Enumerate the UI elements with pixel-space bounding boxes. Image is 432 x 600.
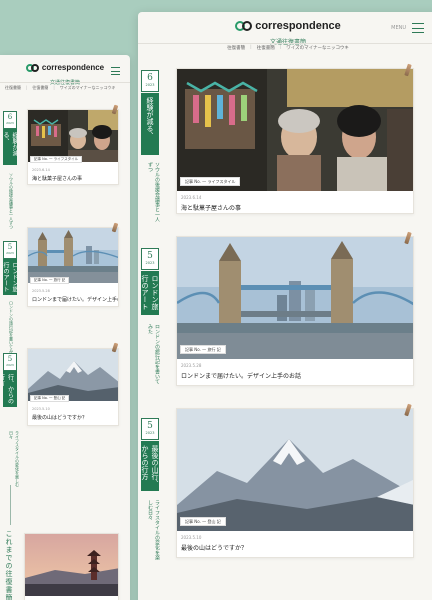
post-vertical-title: ロンドンの旅行記を書いてみた (147, 324, 160, 384)
category-band[interactable]: 経験が減る、 (3, 129, 17, 165)
date-day: 5 (147, 251, 153, 261)
archive-thumbnail (25, 534, 118, 596)
post-card[interactable]: 記事 No. 一 旅行 記 2023.5.28 ロンドンまで届けたい。デザイン上… (27, 227, 119, 307)
hamburger-menu-icon[interactable] (111, 67, 120, 75)
post-item: 5 2023 ロンドン旅行のアート ロンドンの旅行記を書いてみた 記事 No. (0, 222, 130, 357)
date-badge: 5 2023 (141, 418, 159, 440)
post-card[interactable]: 記事 No. 一 登山 記 2023.5.10 最後の山はどうですか？ (176, 408, 414, 558)
post-date: 2023.5.10 (181, 535, 202, 540)
post-vertical-title: ライフスタイルの変化を楽しむ日々 (147, 500, 160, 560)
archive-divider (10, 485, 11, 525)
post-tags: 記事 No. 一 登山 記 (180, 517, 226, 526)
post-title[interactable]: 最後の山はどうですか？ (181, 543, 411, 552)
logo-text: correspondence (41, 63, 105, 72)
archive-heading: これまでの往復書簡 (5, 530, 13, 600)
post-title[interactable]: 最後の山はどうですか？ (32, 414, 118, 421)
archive-card[interactable] (24, 533, 119, 600)
site-logo[interactable]: correspondence (235, 20, 341, 32)
date-badge: 6 2023 (141, 70, 159, 92)
date-year: 2023 (6, 363, 14, 367)
header-divider (0, 82, 130, 83)
category-band[interactable]: ロンドン旅行のアート (141, 271, 159, 315)
post-thumbnail (28, 228, 118, 283)
post-title[interactable]: 海と駄菓子屋さんの事 (181, 203, 411, 212)
post-card[interactable]: 記事 No. 一 ライフスタイル 2023.6.14 海と駄菓子屋さんの事 (176, 68, 414, 214)
category-band[interactable]: ロンドン旅行のアート (3, 259, 17, 295)
date-year: 2023 (145, 261, 155, 265)
post-thumbnail (177, 237, 413, 359)
post-date: 2023.5.28 (32, 289, 50, 293)
hamburger-menu-icon[interactable] (412, 23, 424, 33)
post-tags: 記事 No. 一 ライフスタイル (180, 177, 241, 186)
post-vertical-title: ライフスタイルの変化を楽しむ日々 (9, 431, 20, 487)
post-tags: 記事 No. 一 登山 記 (30, 395, 70, 402)
post-item: 5 2023 ロンドン旅行のアート ロンドンの旅行記を書いてみた 記事 No. … (138, 231, 432, 402)
date-badge: 5 2023 (3, 353, 17, 371)
post-title[interactable]: ロンドンまで届けたい。デザイン上手のお話 (32, 296, 118, 303)
date-day: 6 (7, 113, 13, 121)
post-title[interactable]: 海と駄菓子屋さんの事 (32, 175, 118, 182)
breadcrumb-item: ワイズのマイナーなニッコウキ (286, 46, 349, 51)
date-day: 5 (147, 421, 153, 431)
date-day: 5 (7, 355, 13, 363)
post-tags: 記事 No. 一 旅行 記 (30, 277, 70, 284)
breadcrumb-item[interactable]: 往復書簡 (32, 85, 48, 91)
category-band[interactable]: 経験が減る、 (141, 93, 159, 155)
post-item: 6 2023 経験が減る、 ソウルの後援会議事と一人ずつ 記事 No. 一 ライ… (0, 103, 130, 229)
breadcrumb: 往復書簡 | 往復書簡 | ワイズのマイナーなニッコウキ (227, 45, 349, 51)
post-thumbnail (28, 349, 118, 401)
date-year: 2023 (6, 121, 14, 125)
post-vertical-title: ソウルの後援会議事と一人ずつ (147, 162, 160, 222)
date-day: 6 (147, 73, 153, 83)
post-card[interactable]: 記事 No. 一 旅行 記 2023.5.28 ロンドンまで届けたい。デザイン上… (176, 236, 414, 386)
date-badge: 5 2023 (3, 241, 17, 259)
date-day: 5 (7, 243, 13, 251)
post-title[interactable]: ロンドンまで届けたい。デザイン上手のお話 (181, 371, 411, 380)
site-header: correspondence 文通往復書簡 MENU (138, 12, 432, 46)
post-card[interactable]: 記事 No. 一 ライフスタイル 2023.6.14 海と駄菓子屋さんの事 (27, 109, 119, 185)
header-divider (138, 43, 432, 44)
post-item: 5 2023 最後の山行、からの行方 ライフスタイルの変化を楽しむ日々 記事 N… (138, 402, 432, 600)
mobile-preview-small: correspondence 文通往復書簡 往復書簡| 往復書簡| ワイズのマイ… (0, 55, 130, 600)
logo-mark-icon (25, 63, 39, 72)
post-item: 5 2023 最後の山行、からの行方 ライフスタイルの変化を楽しむ日々 記事 N… (0, 342, 130, 487)
site-logo[interactable]: correspondence (25, 63, 105, 72)
logo-text: correspondence (255, 20, 341, 32)
date-year: 2023 (145, 431, 155, 435)
post-date: 2023.6.14 (181, 195, 202, 200)
breadcrumb-item[interactable]: 往復書簡 (227, 45, 245, 51)
category-band[interactable]: 最後の山行、からの行方 (141, 441, 159, 491)
site-header: correspondence 文通往復書簡 (0, 55, 130, 86)
breadcrumb-item: ワイズのマイナーなニッコウキ (59, 85, 116, 90)
post-date: 2023.5.10 (32, 407, 50, 411)
category-band[interactable]: 最後の山行、からの行方 (3, 371, 17, 407)
post-thumbnail (177, 409, 413, 531)
breadcrumb: 往復書簡 | 往復書簡 | ワイズのマイナーなニッコウキ (5, 85, 116, 91)
post-thumbnail (28, 110, 118, 162)
post-date: 2023.6.14 (32, 168, 50, 172)
post-item: 6 2023 経験が減る、 ソウルの後援会議事と一人ずつ 記事 No. 一 ライ… (138, 62, 432, 232)
breadcrumb-item[interactable]: 往復書簡 (257, 45, 275, 51)
post-date: 2023.5.28 (181, 363, 202, 368)
menu-label[interactable]: MENU (391, 25, 406, 31)
post-thumbnail (177, 69, 413, 191)
date-badge: 6 2023 (3, 111, 17, 129)
post-tags: 記事 No. 一 ライフスタイル (30, 156, 83, 163)
mobile-preview-large: correspondence 文通往復書簡 MENU 往復書簡| 往復書簡| ワ… (138, 12, 432, 600)
breadcrumb-item[interactable]: 往復書簡 (5, 85, 21, 91)
date-year: 2023 (6, 251, 14, 255)
logo-mark-icon (235, 21, 253, 31)
date-badge: 5 2023 (141, 248, 159, 270)
date-year: 2023 (145, 83, 155, 87)
post-card[interactable]: 記事 No. 一 登山 記 2023.5.10 最後の山はどうですか？ (27, 348, 119, 426)
post-tags: 記事 No. 一 旅行 記 (180, 345, 226, 354)
